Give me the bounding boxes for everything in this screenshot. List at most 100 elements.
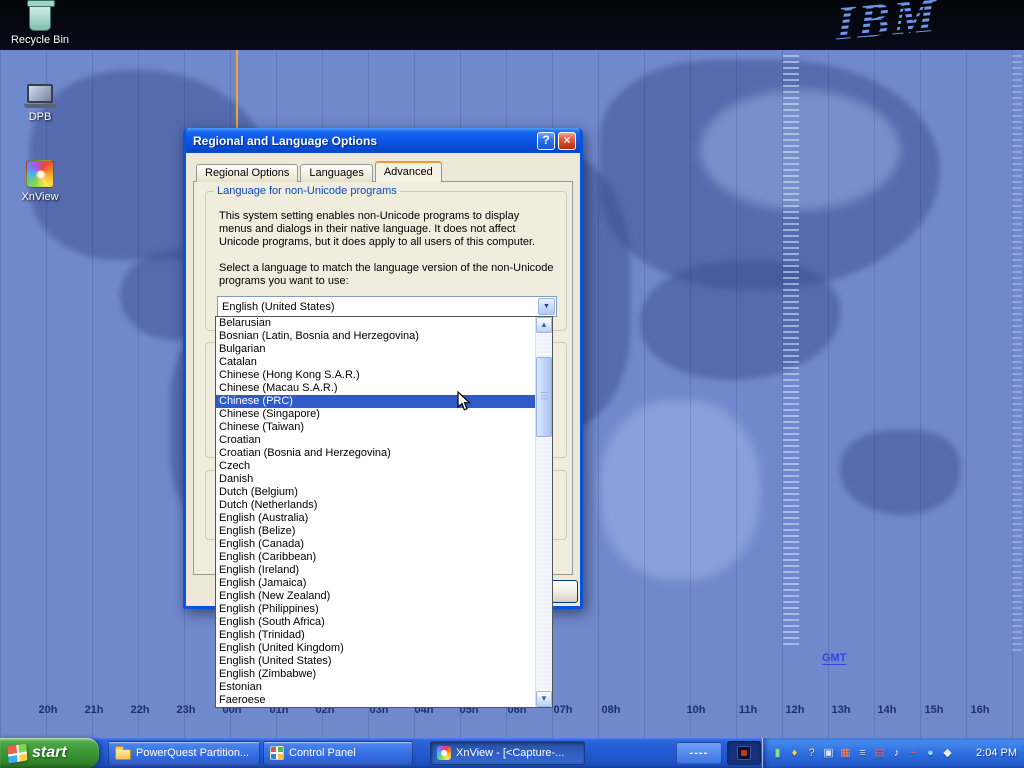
taskbar-app-slot[interactable]	[727, 741, 761, 765]
taskbar-mini-button[interactable]: ----	[676, 742, 722, 764]
start-label: start	[32, 744, 67, 762]
help-agent-icon[interactable]: ?	[803, 745, 820, 762]
language-option[interactable]: Chinese (Singapore)	[216, 408, 535, 421]
laptop-icon	[8, 84, 72, 108]
language-option[interactable]: English (Philippines)	[216, 603, 535, 616]
language-option[interactable]: Chinese (Hong Kong S.A.R.)	[216, 369, 535, 382]
language-option[interactable]: English (United Kingdom)	[216, 642, 535, 655]
language-option[interactable]: English (Trinidad)	[216, 629, 535, 642]
dialog-tabs: Regional Options Languages Advanced	[196, 161, 444, 182]
partition-monitor-icon[interactable]: ▦	[837, 745, 854, 762]
taskbar-button-xnview[interactable]: XnView - [<Capture-...	[430, 741, 585, 765]
antivirus-icon[interactable]: +	[905, 745, 922, 762]
language-option[interactable]: English (Canada)	[216, 538, 535, 551]
hour-label: 22h	[126, 704, 154, 716]
language-option[interactable]: English (Jamaica)	[216, 577, 535, 590]
help-button[interactable]: ?	[537, 132, 555, 150]
tab-regional-options[interactable]: Regional Options	[196, 164, 298, 182]
xnview-icon	[26, 160, 54, 188]
scroll-up-button[interactable]: ▲	[536, 317, 552, 333]
language-option[interactable]: Chinese (PRC)	[216, 395, 535, 408]
desktop-icon-label: Recycle Bin	[8, 34, 72, 46]
wallpaper-top-band: IBM	[0, 0, 1024, 50]
meridian-line	[236, 50, 238, 128]
combobox-dropdown-button[interactable]: ▼	[538, 298, 555, 315]
control-panel-icon	[270, 746, 284, 760]
language-option[interactable]: English (United States)	[216, 655, 535, 668]
hour-label: 10h	[682, 704, 710, 716]
language-option[interactable]: Chinese (Taiwan)	[216, 421, 535, 434]
language-option[interactable]: Czech	[216, 460, 535, 473]
dialog-titlebar[interactable]: Regional and Language Options ? ×	[186, 128, 580, 153]
hour-label: 23h	[172, 704, 200, 716]
language-option[interactable]: English (Zimbabwe)	[216, 668, 535, 681]
scroll-down-button[interactable]: ▼	[536, 691, 552, 707]
hour-label: 08h	[597, 704, 625, 716]
desktop-icon-xnview[interactable]: XnView	[8, 160, 72, 203]
hour-label: 20h	[34, 704, 62, 716]
taskbar-clock[interactable]: 2:04 PM	[976, 738, 1017, 768]
ibm-logo: IBM	[836, 0, 938, 51]
close-button[interactable]: ×	[558, 132, 576, 150]
desktop: 20h21h22h23h00h01h02h03h04h05h06h07h08h1…	[0, 0, 1024, 768]
language-option[interactable]: English (Ireland)	[216, 564, 535, 577]
taskbar-button-label: XnView - [<Capture-...	[456, 747, 564, 759]
input-language-icon[interactable]: ◆	[939, 745, 956, 762]
update-status-icon[interactable]: ♦	[786, 745, 803, 762]
hour-label: 07h	[549, 704, 577, 716]
taskbar-button-control-panel[interactable]: Control Panel	[263, 741, 413, 765]
group-description: This system setting enables non-Unicode …	[219, 210, 555, 249]
language-option[interactable]: Estonian	[216, 681, 535, 694]
recycle-bin-icon	[29, 4, 51, 31]
messenger-icon[interactable]: ●	[922, 745, 939, 762]
taskbar-button-powerquest[interactable]: PowerQuest Partition...	[108, 741, 260, 765]
language-option[interactable]: Croatian	[216, 434, 535, 447]
tray-icons: ▮♦?▣▦≡▤♪+●◆	[769, 745, 956, 762]
mouse-cursor	[457, 391, 471, 415]
desktop-icon-label: XnView	[8, 191, 72, 203]
firewall-icon[interactable]: ▤	[871, 745, 888, 762]
dropdown-items: BelarusianBosnian (Latin, Bosnia and Her…	[216, 317, 535, 707]
gmt-label: GMT	[822, 652, 846, 665]
app-icon	[737, 746, 751, 760]
start-button[interactable]: start	[0, 738, 99, 768]
language-option[interactable]: Danish	[216, 473, 535, 486]
language-option[interactable]: English (Caribbean)	[216, 551, 535, 564]
language-option[interactable]: Chinese (Macau S.A.R.)	[216, 382, 535, 395]
language-option[interactable]: Bosnian (Latin, Bosnia and Herzegovina)	[216, 330, 535, 343]
desktop-icon-dpb[interactable]: DPB	[8, 84, 72, 123]
scrollbar-thumb[interactable]	[536, 357, 552, 437]
hour-label: 15h	[920, 704, 948, 716]
desktop-icon-recycle-bin[interactable]: Recycle Bin	[8, 4, 72, 46]
language-option[interactable]: Dutch (Belgium)	[216, 486, 535, 499]
language-option[interactable]: Dutch (Netherlands)	[216, 499, 535, 512]
language-option[interactable]: English (South Africa)	[216, 616, 535, 629]
battery-meter-icon[interactable]: ▮	[769, 745, 786, 762]
language-option[interactable]: Croatian (Bosnia and Herzegovina)	[216, 447, 535, 460]
dialog-title: Regional and Language Options	[193, 134, 534, 148]
hour-label: 13h	[827, 704, 855, 716]
hour-label: 11h	[734, 704, 762, 716]
language-option[interactable]: Catalan	[216, 356, 535, 369]
hour-label: 14h	[873, 704, 901, 716]
hatch-band	[783, 55, 799, 645]
language-option[interactable]: English (New Zealand)	[216, 590, 535, 603]
language-combobox[interactable]: English (United States) ▼	[217, 296, 557, 317]
desktop-icon-label: DPB	[8, 111, 72, 123]
taskbar-button-label: PowerQuest Partition...	[136, 747, 249, 759]
language-option[interactable]: English (Belize)	[216, 525, 535, 538]
hour-label: 21h	[80, 704, 108, 716]
tab-advanced[interactable]: Advanced	[375, 161, 442, 182]
language-option[interactable]: Bulgarian	[216, 343, 535, 356]
xnview-icon	[437, 746, 451, 760]
dropdown-scrollbar[interactable]: ▲ ▼	[535, 317, 552, 707]
language-option[interactable]: Faeroese	[216, 694, 535, 707]
language-option[interactable]: English (Australia)	[216, 512, 535, 525]
display-settings-icon[interactable]: ▣	[820, 745, 837, 762]
volume-icon[interactable]: ♪	[888, 745, 905, 762]
tab-languages[interactable]: Languages	[300, 164, 372, 182]
network-icon[interactable]: ≡	[854, 745, 871, 762]
language-option[interactable]: Belarusian	[216, 317, 535, 330]
language-dropdown-list: BelarusianBosnian (Latin, Bosnia and Her…	[215, 316, 553, 708]
hour-label: 12h	[781, 704, 809, 716]
